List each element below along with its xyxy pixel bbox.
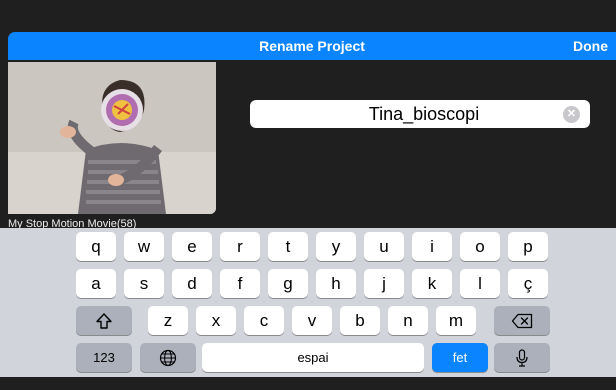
return-key[interactable]: fet (432, 343, 488, 372)
key-z[interactable]: z (148, 306, 188, 335)
key-x[interactable]: x (196, 306, 236, 335)
key-w[interactable]: w (124, 232, 164, 261)
key-m[interactable]: m (436, 306, 476, 335)
bottom-bezel (0, 377, 616, 390)
key-o[interactable]: o (460, 232, 500, 261)
key-s[interactable]: s (124, 269, 164, 298)
key-v[interactable]: v (292, 306, 332, 335)
done-button[interactable]: Done (569, 32, 612, 60)
space-key[interactable]: espai (202, 343, 424, 372)
key-r[interactable]: r (220, 232, 260, 261)
key-d[interactable]: d (172, 269, 212, 298)
clear-text-icon[interactable]: ✕ (563, 106, 580, 123)
project-name-input[interactable]: Tina_bioscopi (250, 100, 558, 128)
shift-key[interactable] (76, 306, 132, 335)
key-k[interactable]: k (412, 269, 452, 298)
project-thumbnail (8, 62, 216, 214)
globe-icon (159, 349, 177, 366)
numbers-key[interactable]: 123 (76, 343, 132, 372)
delete-icon (511, 313, 533, 328)
key-c[interactable]: c (244, 306, 284, 335)
globe-key[interactable] (140, 343, 196, 372)
key-f[interactable]: f (220, 269, 260, 298)
delete-key[interactable] (494, 306, 550, 335)
key-y[interactable]: y (316, 232, 356, 261)
key-t[interactable]: t (268, 232, 308, 261)
navigation-bar: Rename Project Done (8, 32, 616, 60)
rename-content: My Stop Motion Movie(58) Tina_bioscopi ✕ (8, 60, 616, 230)
key-b[interactable]: b (340, 306, 380, 335)
thumbnail-image (8, 62, 216, 214)
on-screen-keyboard: q w e r t y u i o p a s d f g h j k l ç … (0, 228, 616, 377)
microphone-key[interactable] (494, 343, 550, 372)
key-q[interactable]: q (76, 232, 116, 261)
key-e[interactable]: e (172, 232, 212, 261)
key-n[interactable]: n (388, 306, 428, 335)
key-p[interactable]: p (508, 232, 548, 261)
shift-icon (96, 312, 112, 329)
key-u[interactable]: u (364, 232, 404, 261)
top-bezel (0, 0, 616, 32)
key-i[interactable]: i (412, 232, 452, 261)
project-name-field[interactable]: Tina_bioscopi ✕ (250, 100, 590, 128)
key-a[interactable]: a (76, 269, 116, 298)
key-g[interactable]: g (268, 269, 308, 298)
page-title: Rename Project (259, 38, 365, 54)
microphone-icon (516, 348, 528, 367)
key-l[interactable]: l (460, 269, 500, 298)
key-c-cedilla[interactable]: ç (508, 269, 548, 298)
key-h[interactable]: h (316, 269, 356, 298)
key-j[interactable]: j (364, 269, 404, 298)
